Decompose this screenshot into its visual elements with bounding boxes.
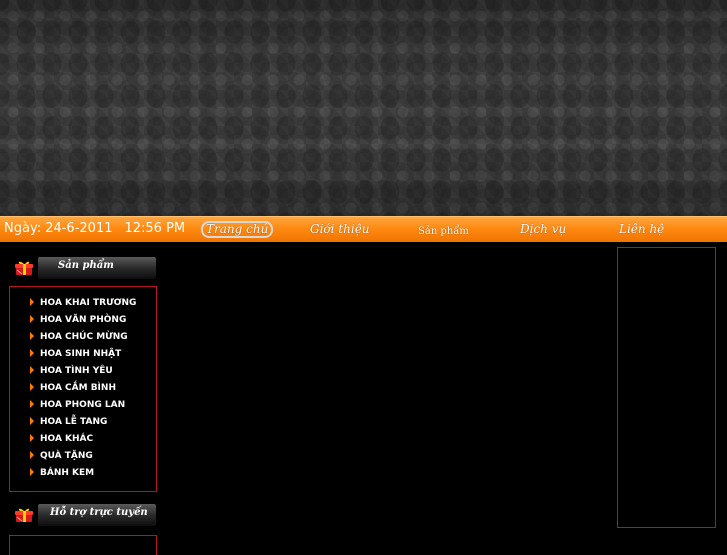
time-label: 12:56 PM	[124, 221, 186, 236]
category-item-label: QUÀ TẶNG	[40, 451, 93, 461]
category-item[interactable]: HOA VĂN PHÒNG	[30, 314, 136, 331]
category-item-label: HOA TÌNH YÊU	[40, 366, 113, 376]
product-category-menu: HOA KHAI TRƯƠNG HOA VĂN PHÒNG HOA CHÚC MỪN…	[9, 286, 157, 492]
category-item-label: HOA KHAI TRƯƠNG	[40, 298, 137, 308]
category-item[interactable]: HOA SINH NHẬT	[30, 348, 136, 365]
category-item[interactable]: HOA CHÚC MỪNG	[30, 331, 136, 348]
nav-contact-link[interactable]: Liên hệ	[619, 221, 664, 239]
header-banner	[0, 0, 727, 216]
category-item[interactable]: HOA KHÁC	[30, 433, 136, 450]
date-time-display: Ngày: 24-6-2011 12:56 PM	[4, 221, 185, 236]
date-label: Ngày: 24-6-2011	[4, 221, 113, 236]
support-box-title: Hỗ trợ trực tuyến	[50, 507, 148, 518]
gift-icon	[15, 261, 33, 275]
nav-services-link[interactable]: Dịch vụ	[520, 221, 566, 239]
arrow-right-icon	[30, 400, 34, 408]
category-item-label: HOA PHONG LAN	[40, 400, 126, 410]
arrow-right-icon	[30, 451, 34, 459]
arrow-right-icon	[30, 434, 34, 442]
products-box-title: Sản phẩm	[58, 260, 114, 271]
support-box-header: Hỗ trợ trực tuyến	[14, 504, 157, 526]
arrow-right-icon	[30, 349, 34, 357]
arrow-right-icon	[30, 332, 34, 340]
top-nav-bar: Ngày: 24-6-2011 12:56 PM Trang chủ Giới t…	[0, 216, 727, 242]
category-item[interactable]: HOA CẮM BÌNH	[30, 382, 136, 399]
category-item-label: HOA CHÚC MỪNG	[40, 332, 128, 342]
category-item-label: HOA LỄ TANG	[40, 417, 108, 427]
category-item-label: HOA VĂN PHÒNG	[40, 315, 127, 325]
gift-icon	[15, 508, 33, 522]
category-list: HOA KHAI TRƯƠNG HOA VĂN PHÒNG HOA CHÚC MỪN…	[30, 297, 136, 484]
arrow-right-icon	[30, 366, 34, 374]
category-item[interactable]: HOA TÌNH YÊU	[30, 365, 136, 382]
right-sidebar-box	[617, 247, 716, 528]
category-item[interactable]: BÁNH KEM	[30, 467, 136, 484]
products-box-header: Sản phẩm	[14, 257, 157, 279]
online-support-box	[9, 535, 157, 555]
nav-about-link[interactable]: Giới thiệu	[310, 221, 370, 239]
nav-home-link[interactable]: Trang chủ	[201, 221, 274, 238]
nav-products-link[interactable]: Sản phẩm	[418, 224, 469, 242]
arrow-right-icon	[30, 298, 34, 306]
category-item-label: HOA SINH NHẬT	[40, 349, 122, 359]
arrow-right-icon	[30, 468, 34, 476]
category-item-label: HOA CẮM BÌNH	[40, 383, 116, 393]
category-item[interactable]: HOA PHONG LAN	[30, 399, 136, 416]
category-item-label: HOA KHÁC	[40, 434, 94, 444]
category-item-label: BÁNH KEM	[40, 468, 95, 478]
arrow-right-icon	[30, 417, 34, 425]
category-item[interactable]: HOA KHAI TRƯƠNG	[30, 297, 136, 314]
category-item[interactable]: QUÀ TẶNG	[30, 450, 136, 467]
category-item[interactable]: HOA LỄ TANG	[30, 416, 136, 433]
arrow-right-icon	[30, 383, 34, 391]
arrow-right-icon	[30, 315, 34, 323]
